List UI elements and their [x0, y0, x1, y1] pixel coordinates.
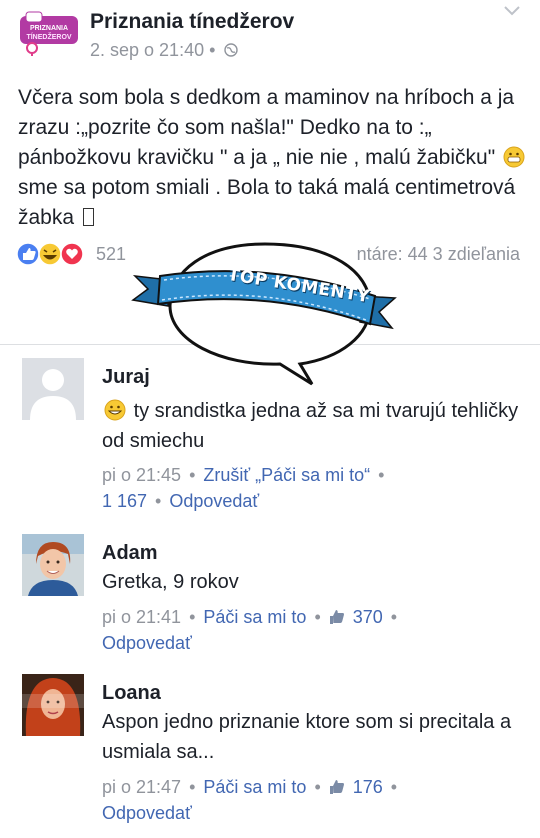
reaction-count[interactable]: 521: [96, 244, 126, 265]
separator-dot: •: [189, 777, 196, 797]
post-header: PRIZNANIA TÍNEDŽEROV Priznania tínedžero…: [0, 0, 540, 70]
grinning-emoji-icon: [503, 146, 525, 168]
thumbs-up-icon: [329, 780, 344, 794]
post-text-part1: Včera som bola s dedkom a maminov na hrí…: [18, 86, 515, 169]
chevron-down-icon[interactable]: [504, 6, 520, 16]
avatar[interactable]: [22, 674, 84, 736]
like-count[interactable]: 370: [353, 607, 383, 627]
separator-dot: •: [189, 465, 196, 485]
comment-time[interactable]: pi o 21:41: [102, 607, 181, 627]
comment-text: Gretka, 9 rokov: [102, 571, 239, 593]
svg-text:PRIZNANIA: PRIZNANIA: [30, 25, 68, 32]
reaction-icons[interactable]: [16, 242, 92, 266]
page-name[interactable]: Priznania tínedžerov: [90, 10, 294, 34]
comment-meta: pi o 21:41 • Páči sa mi to • 370 • Odpovedať: [102, 604, 522, 656]
unlike-button[interactable]: Zrušiť „Páči sa mi to“: [203, 465, 370, 485]
globe-icon: [224, 43, 239, 57]
comment-text-content: ty srandistka jedna až sa mi tvarujú teh…: [102, 400, 519, 452]
post-date[interactable]: 2. sep o 21:40: [90, 40, 204, 60]
separator-dot: •: [390, 777, 398, 797]
comment-text: ty srandistka jedna až sa mi tvarujú teh…: [102, 396, 522, 456]
thumbs-up-icon: [329, 610, 344, 624]
missing-glyph-icon: [82, 208, 94, 226]
separator-dot: •: [314, 607, 321, 627]
avatar[interactable]: [22, 358, 84, 420]
separator-dot: •: [155, 491, 162, 511]
comment-text: Aspon jedno priznanie ktore som si preci…: [102, 711, 512, 763]
haha-reaction-icon: [38, 242, 62, 266]
separator-dot: •: [209, 40, 221, 60]
comment-time[interactable]: pi o 21:47: [102, 777, 181, 797]
comment-author[interactable]: Juraj: [102, 366, 150, 389]
like-count[interactable]: 1 167: [102, 491, 147, 511]
comment-time[interactable]: pi o 21:45: [102, 465, 181, 485]
post-timestamp[interactable]: 2. sep o 21:40 •: [90, 40, 239, 61]
like-count[interactable]: 176: [353, 777, 383, 797]
reply-button[interactable]: Odpovedať: [169, 491, 259, 511]
love-reaction-icon: [60, 242, 84, 266]
like-button[interactable]: Páči sa mi to: [203, 777, 306, 797]
post-text: Včera som bola s dedkom a maminov na hrí…: [18, 83, 528, 233]
separator-dot: •: [314, 777, 321, 797]
reply-button[interactable]: Odpovedať: [102, 633, 192, 653]
svg-text:TÍNEDŽEROV: TÍNEDŽEROV: [26, 32, 71, 41]
reply-button[interactable]: Odpovedať: [102, 803, 192, 823]
grinning-emoji-icon: [104, 399, 126, 421]
separator-dot: •: [390, 607, 398, 627]
like-reaction-icon: [16, 242, 40, 266]
comment-meta: pi o 21:47 • Páči sa mi to • 176 • Odpovedať: [102, 774, 522, 826]
separator-dot: •: [378, 465, 385, 485]
comment-author[interactable]: Adam: [102, 542, 158, 565]
comment-meta: pi o 21:45 • Zrušiť „Páči sa mi to“ • 1 167…: [102, 462, 522, 514]
page-logo[interactable]: PRIZNANIA TÍNEDŽEROV: [18, 8, 80, 56]
like-button[interactable]: Páči sa mi to: [203, 607, 306, 627]
separator-dot: •: [189, 607, 196, 627]
comment-author[interactable]: Loana: [102, 682, 161, 705]
avatar[interactable]: [22, 534, 84, 596]
